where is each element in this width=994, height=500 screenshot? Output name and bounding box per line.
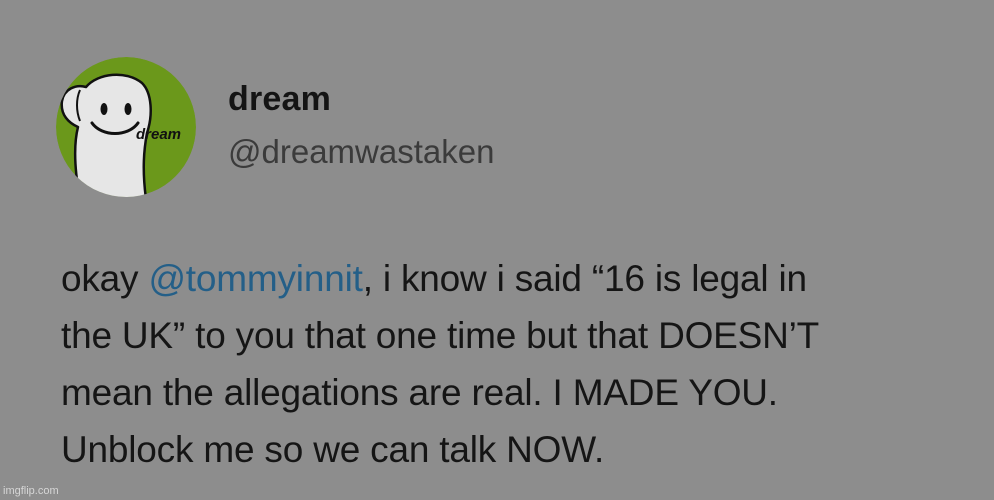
tweet-text: okay @tommyinnit, i know i said “16 is l… — [61, 250, 981, 478]
tweet-line-1-prefix: okay — [61, 258, 149, 299]
tweet-line-1: okay @tommyinnit, i know i said “16 is l… — [61, 250, 981, 307]
tweet-line-3: mean the allegations are real. I MADE YO… — [61, 372, 778, 413]
tweet-line-2: the UK” to you that one time but that DO… — [61, 315, 820, 356]
avatar[interactable]: dream — [56, 57, 196, 197]
avatar-label: dream — [136, 126, 181, 143]
tweet-line-4: Unblock me so we can talk NOW. — [61, 429, 605, 470]
dream-smiley-icon: dream — [56, 57, 196, 197]
tweet-card: dream dream @dreamwastaken okay @tommyin… — [0, 0, 994, 500]
mention-link[interactable]: @tommyinnit — [148, 258, 362, 299]
display-name[interactable]: dream — [228, 80, 331, 119]
tweet-line-1-suffix: , i know i said “16 is legal in — [362, 258, 807, 299]
user-handle[interactable]: @dreamwastaken — [228, 133, 494, 171]
watermark: imgflip.com — [3, 485, 59, 497]
